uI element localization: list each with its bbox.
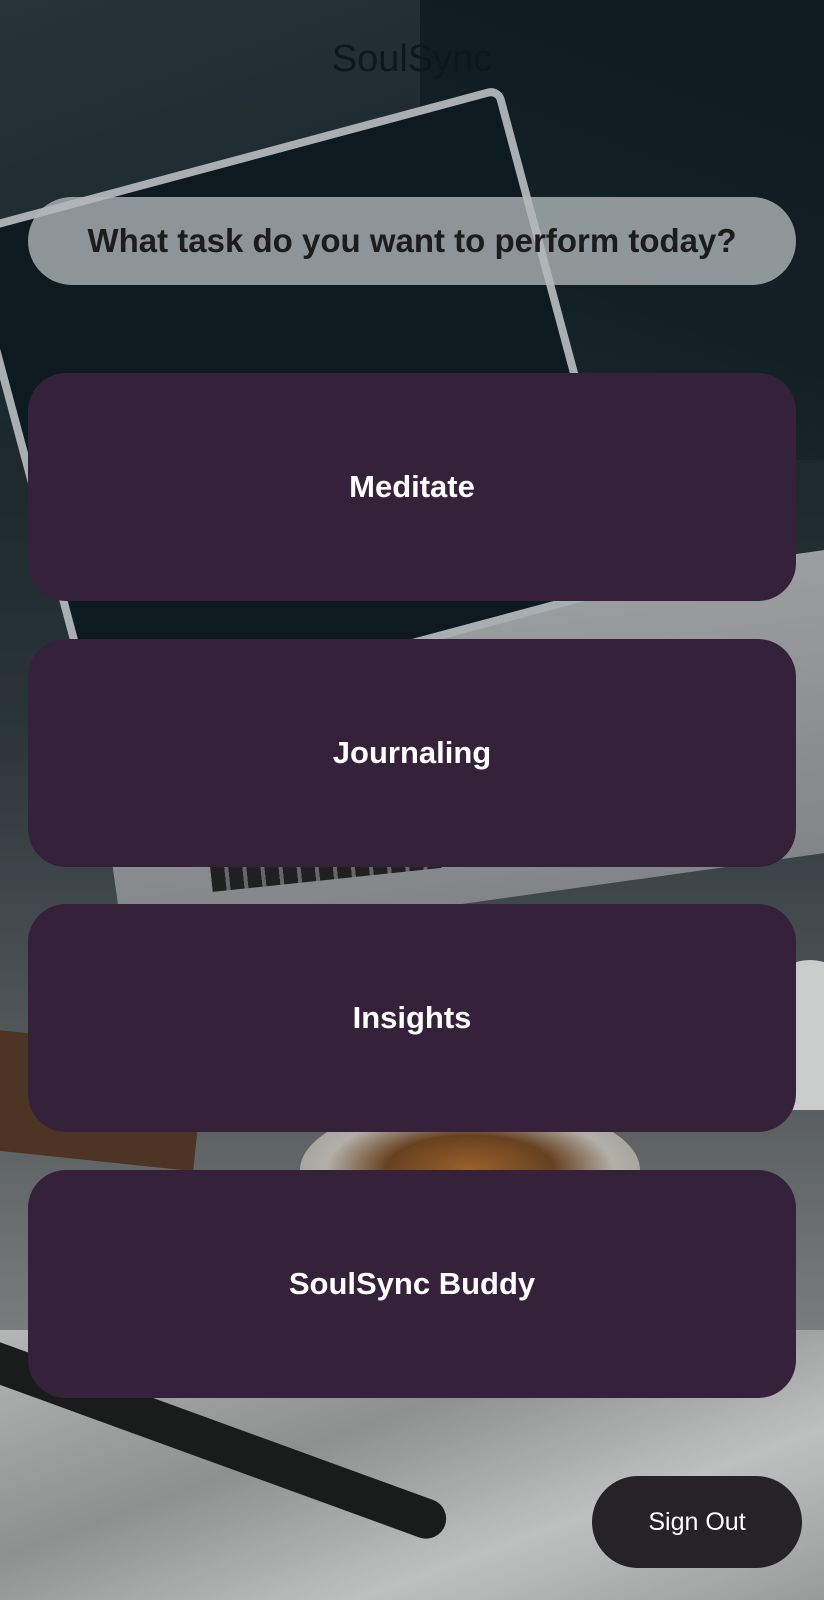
journaling-button[interactable]: Journaling <box>28 639 796 867</box>
task-prompt: What task do you want to perform today? <box>28 197 796 285</box>
sign-out-button[interactable]: Sign Out <box>592 1476 802 1568</box>
insights-button[interactable]: Insights <box>28 904 796 1132</box>
app-title: SoulSync <box>331 38 493 80</box>
meditate-button[interactable]: Meditate <box>28 373 796 601</box>
soulsync-buddy-button[interactable]: SoulSync Buddy <box>28 1170 796 1398</box>
